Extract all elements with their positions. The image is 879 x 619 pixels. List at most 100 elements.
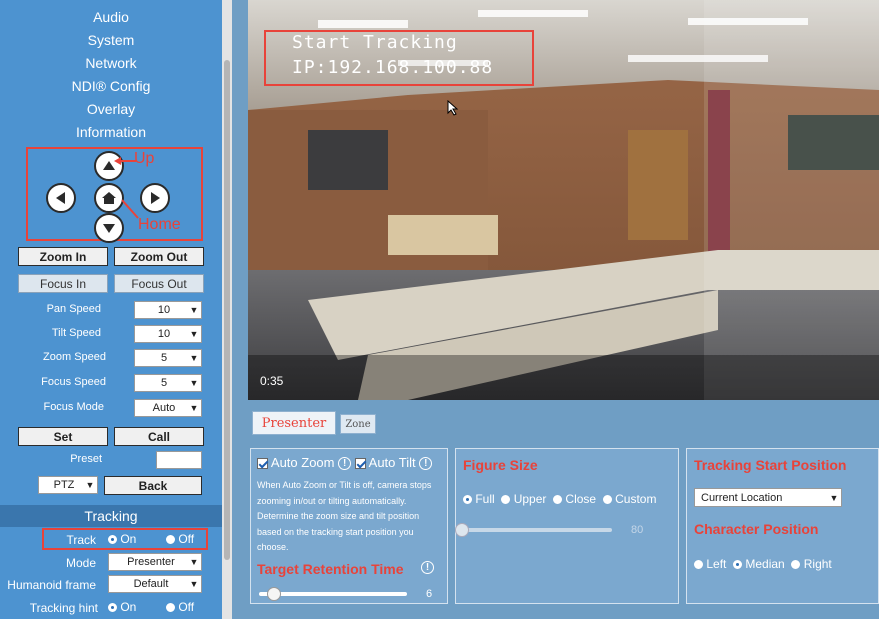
figure-size-value: 80 (631, 524, 644, 536)
chevron-down-icon: ▼ (189, 378, 199, 388)
menu-item-system[interactable]: System (0, 32, 222, 48)
figure-size-options: Full Upper Close Custom (463, 492, 656, 506)
position-right-radio[interactable]: Right (791, 557, 832, 571)
retention-slider-thumb[interactable] (266, 587, 281, 601)
sidebar: Audio System Network NDI® Config Overlay… (0, 0, 222, 619)
character-position-title: Character Position (694, 521, 819, 537)
retention-value: 6 (426, 588, 433, 600)
menu-item-overlay[interactable]: Overlay (0, 101, 222, 117)
auto-zoom-description: When Auto Zoom or Tilt is off, camera st… (257, 480, 432, 552)
tab-zone[interactable]: Zone (340, 414, 376, 434)
track-on-radio[interactable]: On (108, 532, 136, 546)
track-label: Track (66, 533, 96, 547)
chevron-down-icon: ▼ (189, 305, 199, 315)
focus-mode-select[interactable]: Auto ▼ (134, 399, 202, 417)
menu-item-audio[interactable]: Audio (0, 9, 222, 25)
menu-item-network[interactable]: Network (0, 55, 222, 71)
radio-unselected-icon (694, 560, 703, 570)
radio-unselected-icon (166, 535, 175, 545)
chevron-down-icon: ▼ (189, 329, 199, 339)
tracking-start-title: Tracking Start Position (694, 457, 847, 473)
tracking-section-header: Tracking (0, 505, 222, 527)
focus-speed-label: Focus Speed (41, 376, 106, 388)
radio-selected-icon (108, 535, 117, 545)
figure-size-title: Figure Size (463, 457, 538, 473)
radio-selected-icon (463, 495, 472, 505)
figure-custom-radio[interactable]: Custom (602, 492, 656, 506)
left-arrow-icon (56, 192, 65, 204)
overlay-text-status: Start Tracking (292, 32, 458, 53)
home-icon (102, 192, 116, 204)
figure-upper-radio[interactable]: Upper (501, 492, 546, 506)
set-button[interactable]: Set (18, 427, 108, 446)
mouse-cursor-icon (447, 100, 459, 116)
figure-close-radio[interactable]: Close (553, 492, 596, 506)
hint-on-radio[interactable]: On (108, 600, 136, 614)
up-annotation: Up (134, 150, 155, 167)
back-button[interactable]: Back (104, 476, 202, 495)
tab-presenter[interactable]: Presenter (252, 411, 336, 435)
auto-zoom-label: Auto Zoom (270, 455, 335, 470)
retention-slider-track[interactable] (259, 592, 407, 596)
position-left-radio[interactable]: Left (694, 557, 726, 571)
radio-selected-icon (733, 560, 743, 570)
tilt-speed-select[interactable]: 10 ▼ (134, 325, 202, 343)
info-icon[interactable]: ! (338, 457, 352, 471)
chevron-down-icon: ▼ (189, 403, 199, 413)
radio-unselected-icon (501, 495, 511, 505)
down-arrow-icon (103, 224, 115, 233)
focus-in-button[interactable]: Focus In (18, 274, 108, 293)
hint-off-radio[interactable]: Off (166, 600, 194, 614)
focus-mode-label: Focus Mode (43, 401, 104, 413)
chevron-down-icon: ▼ (829, 492, 839, 503)
auto-tilt-label: Auto Tilt (368, 455, 416, 470)
auto-zoom-row: Auto Zoom ! Auto Tilt ! (257, 455, 433, 471)
home-annotation: Home (138, 216, 181, 233)
zoom-speed-label: Zoom Speed (43, 351, 106, 363)
left-arrow-button[interactable] (46, 183, 76, 213)
menu-item-information[interactable]: Information (0, 124, 222, 140)
auto-tilt-checkbox[interactable] (354, 458, 366, 470)
mode-label: Mode (65, 556, 96, 570)
track-off-radio[interactable]: Off (166, 532, 194, 546)
preset-label: Preset (70, 453, 102, 465)
chevron-down-icon: ▼ (189, 557, 199, 567)
chevron-down-icon: ▼ (85, 480, 95, 490)
menu-item-ndi-config[interactable]: NDI® Config (0, 78, 222, 94)
tilt-speed-label: Tilt Speed (51, 327, 101, 339)
info-icon[interactable]: ! (419, 457, 433, 471)
video-timecode: 0:35 (260, 374, 284, 388)
right-arrow-button[interactable] (140, 183, 170, 213)
radio-selected-icon (108, 603, 117, 613)
radio-unselected-icon (791, 560, 801, 570)
chevron-down-icon: ▼ (189, 579, 199, 589)
tracking-hint-label: Tracking hint (29, 601, 98, 615)
pan-speed-label: Pan Speed (46, 303, 101, 315)
ptz-select[interactable]: PTZ ▼ (38, 476, 98, 494)
call-button[interactable]: Call (114, 427, 204, 446)
position-median-radio[interactable]: Median (733, 557, 785, 571)
zoom-in-button[interactable]: Zoom In (18, 247, 108, 266)
pan-speed-select[interactable]: 10 ▼ (134, 301, 202, 319)
right-arrow-icon (151, 192, 160, 204)
retention-time-title: Target Retention Time (257, 561, 404, 577)
humanoid-frame-select[interactable]: Default ▼ (108, 575, 202, 593)
figure-full-radio[interactable]: Full (463, 492, 495, 506)
humanoid-frame-label: Humanoid frame (7, 578, 96, 592)
mode-select[interactable]: Presenter ▼ (108, 553, 202, 571)
overlay-text-ip: IP:192.168.100.88 (292, 57, 494, 78)
radio-unselected-icon (553, 495, 563, 505)
tracking-start-select[interactable]: Current Location ▼ (694, 488, 842, 507)
info-icon[interactable]: ! (421, 561, 434, 574)
figure-size-slider-track[interactable] (462, 528, 612, 532)
zoom-speed-select[interactable]: 5 ▼ (134, 349, 202, 367)
focus-out-button[interactable]: Focus Out (114, 274, 204, 293)
radio-unselected-icon (602, 495, 612, 505)
character-position-options: Left Median Right (694, 557, 832, 571)
focus-speed-select[interactable]: 5 ▼ (134, 374, 202, 392)
auto-zoom-checkbox[interactable] (257, 458, 268, 470)
figure-size-slider-thumb[interactable] (455, 523, 469, 537)
sidebar-scrollbar-thumb[interactable] (224, 60, 230, 560)
zoom-out-button[interactable]: Zoom Out (114, 247, 204, 266)
preset-input[interactable] (156, 451, 202, 469)
